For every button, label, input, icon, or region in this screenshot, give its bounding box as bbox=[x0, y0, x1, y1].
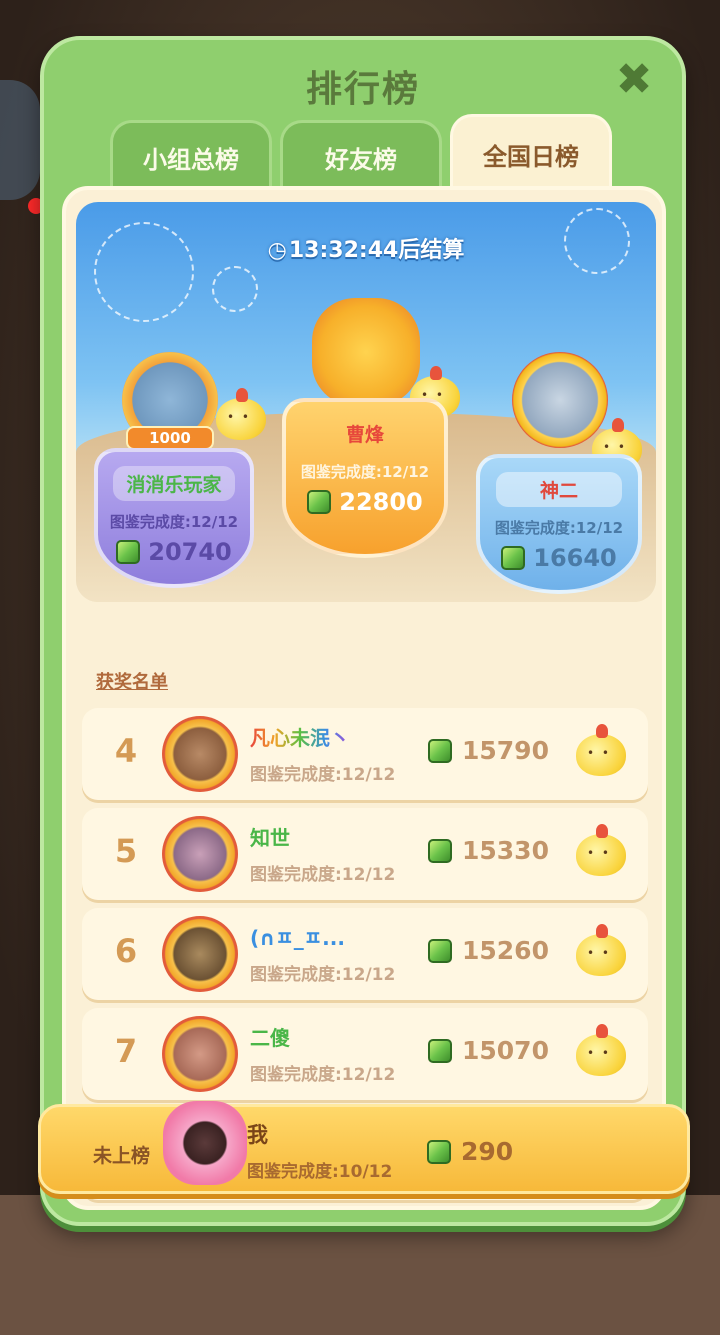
chick-icon bbox=[576, 724, 626, 776]
score: 16640 bbox=[480, 544, 638, 572]
score-value: 15260 bbox=[462, 936, 549, 965]
rank-number: 6 bbox=[114, 932, 138, 970]
panel-title: 排行榜 bbox=[305, 69, 420, 110]
podium-rank-1[interactable]: 曹烽 图鉴完成度:12/12 22800 bbox=[282, 398, 448, 558]
score: 15070 bbox=[428, 1036, 549, 1065]
collection-progress: 图鉴完成度:12/12 bbox=[109, 513, 239, 531]
leaderboard-panel: 排行榜 ✖ 小组总榜 好友榜 全国日榜 ◷13:32:44后结算 1000 消消… bbox=[40, 36, 686, 1226]
score-value: 22800 bbox=[339, 488, 423, 516]
score: 15790 bbox=[428, 736, 549, 765]
gem-icon bbox=[427, 1139, 451, 1164]
avatar[interactable] bbox=[162, 1016, 238, 1092]
rank-row[interactable]: 6 (∩ㅍ_ㅍ... 图鉴完成度:12/12 15260 bbox=[82, 908, 648, 1000]
score: 15260 bbox=[428, 936, 549, 965]
collection-progress: 图鉴完成度:12/12 bbox=[250, 1065, 396, 1085]
player-name: 二傻 bbox=[250, 1026, 290, 1050]
player-name: (∩ㅍ_ㅍ... bbox=[250, 926, 345, 950]
rank-row[interactable]: 4 凡心未泯丶 图鉴完成度:12/12 15790 bbox=[82, 708, 648, 800]
my-collection-progress: 图鉴完成度:10/12 bbox=[247, 1162, 393, 1182]
score-value: 15790 bbox=[462, 736, 549, 765]
my-name: 我 bbox=[247, 1123, 268, 1147]
tab-group-total[interactable]: 小组总榜 bbox=[110, 120, 272, 192]
score: 22800 bbox=[286, 488, 444, 516]
score: 20740 bbox=[98, 538, 250, 566]
chick-icon bbox=[576, 924, 626, 976]
player-name: 神二 bbox=[495, 472, 623, 507]
avatar-rank-3[interactable] bbox=[512, 352, 608, 448]
chick-icon bbox=[216, 388, 266, 440]
rank-number: 4 bbox=[114, 732, 138, 770]
avatar[interactable] bbox=[162, 916, 238, 992]
rank-row[interactable]: 5 知世 图鉴完成度:12/12 15330 bbox=[82, 808, 648, 900]
score-value: 20740 bbox=[148, 538, 232, 566]
clock-icon: ◷ bbox=[267, 238, 287, 263]
leaderboard-content[interactable]: ◷13:32:44后结算 1000 消消乐玩家 图鉴完成度:12/12 2074… bbox=[62, 186, 666, 1210]
player-name: 消消乐玩家 bbox=[113, 466, 235, 501]
gem-icon bbox=[428, 738, 452, 763]
my-rank-status: 未上榜 bbox=[93, 1145, 151, 1167]
background-decoration bbox=[0, 80, 40, 200]
score-value: 15330 bbox=[462, 836, 549, 865]
podium-rank-2[interactable]: 消消乐玩家 图鉴完成度:12/12 20740 bbox=[94, 448, 254, 588]
gem-icon bbox=[428, 838, 452, 863]
avatar[interactable] bbox=[162, 716, 238, 792]
gem-icon bbox=[501, 546, 526, 570]
chick-icon bbox=[576, 1024, 626, 1076]
winners-list-label: 获奖名单 bbox=[96, 672, 168, 693]
collection-progress: 图鉴完成度:12/12 bbox=[494, 519, 624, 537]
tab-friends[interactable]: 好友榜 bbox=[280, 120, 442, 192]
close-icon: ✖ bbox=[615, 54, 653, 105]
player-name: 凡心未泯丶 bbox=[250, 722, 350, 751]
my-score-value: 290 bbox=[461, 1137, 514, 1166]
podium-area: ◷13:32:44后结算 1000 消消乐玩家 图鉴完成度:12/12 2074… bbox=[76, 202, 656, 602]
collection-progress: 图鉴完成度:12/12 bbox=[250, 965, 396, 985]
score-value: 16640 bbox=[533, 544, 617, 572]
podium-rank-3[interactable]: 神二 图鉴完成度:12/12 16640 bbox=[476, 454, 642, 594]
score: 15330 bbox=[428, 836, 549, 865]
firework-decoration bbox=[212, 266, 258, 312]
collection-progress: 图鉴完成度:12/12 bbox=[250, 765, 396, 785]
tab-national-daily[interactable]: 全国日榜 bbox=[450, 114, 612, 192]
avatar[interactable] bbox=[162, 816, 238, 892]
gem-icon bbox=[307, 490, 332, 514]
chick-icon bbox=[576, 824, 626, 876]
gem-icon bbox=[116, 540, 141, 564]
tab-bar: 小组总榜 好友榜 全国日榜 bbox=[110, 114, 612, 192]
avatar-rank-1[interactable] bbox=[312, 298, 420, 406]
rank-number: 7 bbox=[114, 1032, 138, 1070]
my-score: 290 bbox=[427, 1137, 513, 1166]
collection-progress: 图鉴完成度:12/12 bbox=[300, 463, 430, 481]
timer-text: 13:32:44后结算 bbox=[288, 238, 465, 263]
rank-row[interactable]: 7 二傻 图鉴完成度:12/12 15070 bbox=[82, 1008, 648, 1100]
player-name: 曹烽 bbox=[345, 424, 384, 446]
gem-icon bbox=[428, 1038, 452, 1063]
score-value: 15070 bbox=[462, 1036, 549, 1065]
close-button[interactable]: ✖ bbox=[612, 58, 656, 102]
rank-number: 5 bbox=[114, 832, 138, 870]
gem-icon bbox=[428, 938, 452, 963]
collection-progress: 图鉴完成度:12/12 bbox=[250, 865, 396, 885]
player-name: 知世 bbox=[250, 826, 290, 850]
level-badge: 1000 bbox=[126, 426, 214, 450]
my-avatar[interactable] bbox=[163, 1101, 247, 1185]
settlement-timer: ◷13:32:44后结算 bbox=[76, 232, 656, 264]
my-rank-bar[interactable]: 未上榜 我 图鉴完成度:10/12 290 bbox=[38, 1101, 690, 1194]
